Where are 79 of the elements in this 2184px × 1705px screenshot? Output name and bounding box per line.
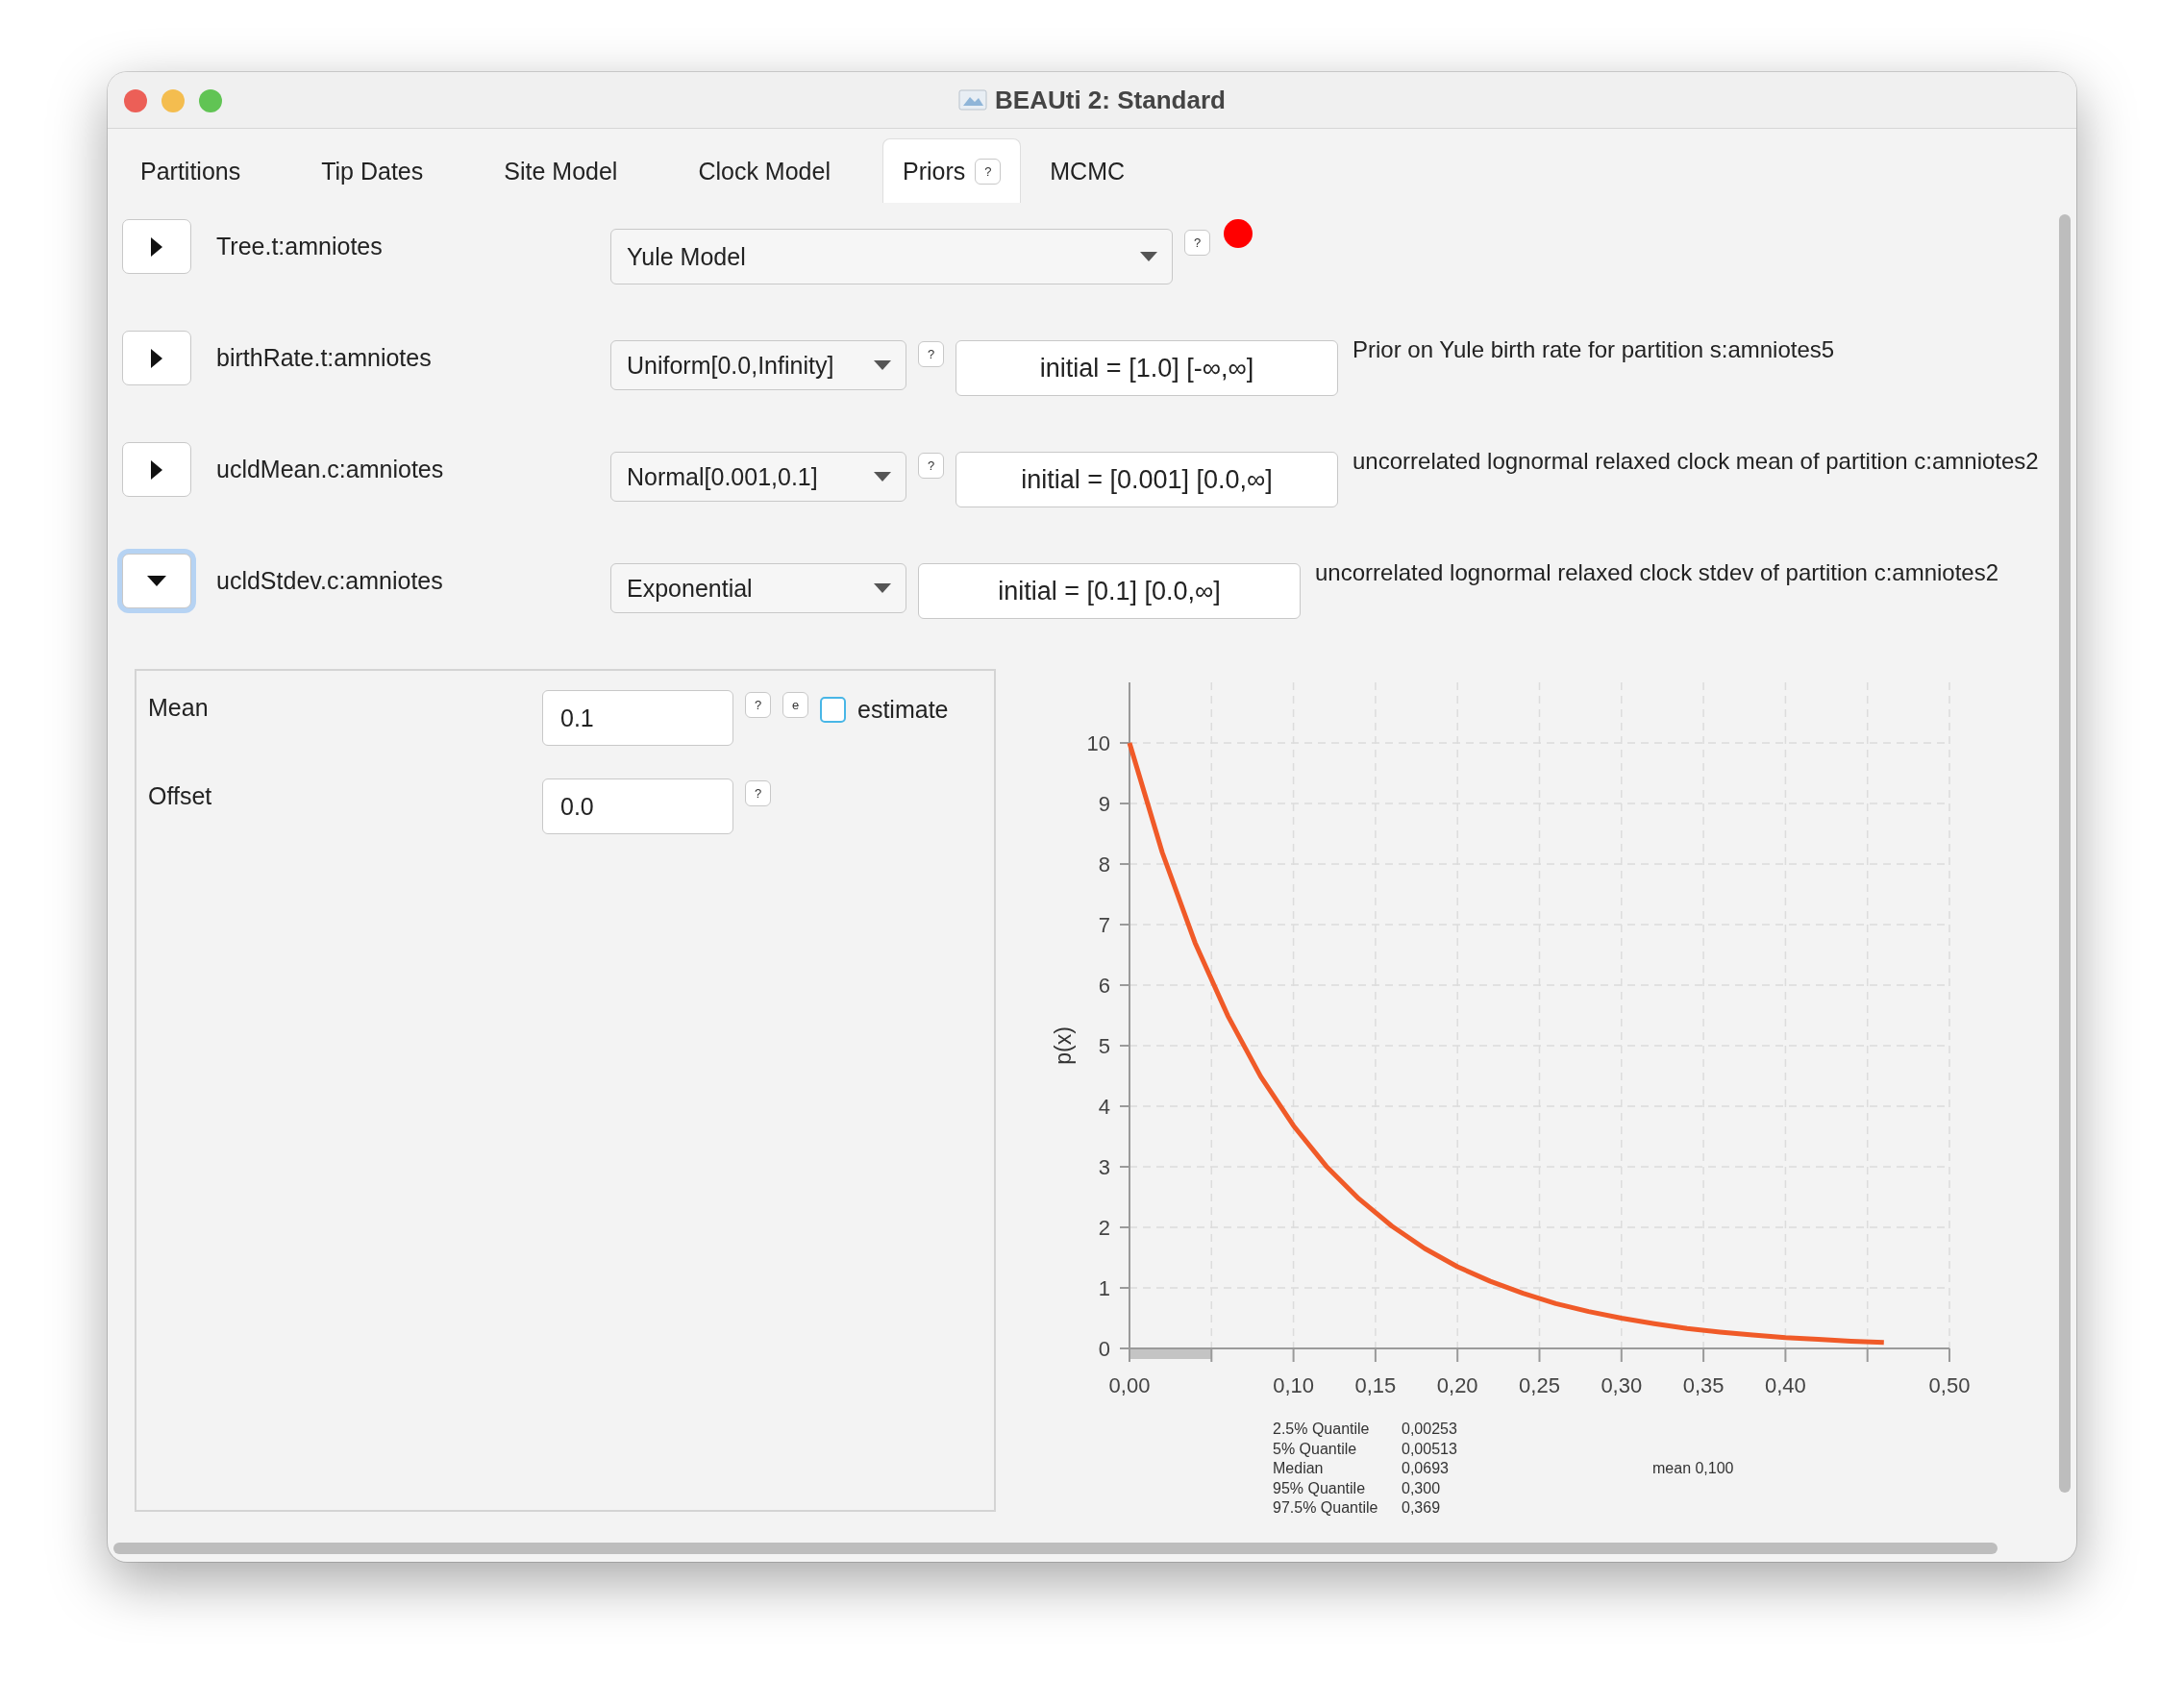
parameter-name: ucldMean.c:amniotes [216,455,445,483]
y-tick-label: 0 [1098,1337,1110,1361]
distribution-dropdown[interactable]: Yule Model [610,229,1173,284]
help-button[interactable]: ? [918,341,944,367]
tab[interactable]: Tip Dates [292,138,453,203]
y-tick-label: 3 [1098,1155,1110,1179]
expand-button[interactable] [122,331,191,385]
estimate-checkbox[interactable] [820,697,846,723]
tab[interactable]: Partitions [112,138,270,203]
y-axis-title: p(x) [1051,1026,1076,1065]
caret-icon [1140,252,1157,261]
value-field[interactable]: 0.1 [542,690,733,746]
stat-value: 0,300 [1402,1479,1441,1496]
help-button[interactable]: ? [745,780,771,806]
caret-icon [874,472,891,482]
x-tick-label: 0,40 [1765,1373,1806,1397]
parameter-name: ucldStdev.c:amniotes [216,566,444,595]
expand-button[interactable] [122,219,191,274]
stat-value: 0,0693 [1402,1460,1449,1476]
window-title: BEAUti 2: Standard [995,85,1226,115]
prior-description: Prior on Yule birth rate for partition s:amniotes5 [1353,336,1835,363]
x-tick-label: 0,35 [1682,1373,1725,1397]
y-tick-label: 4 [1098,1095,1110,1119]
distribution-dropdown[interactable]: Normal[0.001,0.1] [610,452,906,502]
tab[interactable]: Clock Model [669,138,859,203]
prior-description: uncorrelated lognormal relaxed clock stdev of partition c:amniotes2 [1315,559,1999,586]
minimize-button[interactable] [161,89,185,112]
stat-label: 97.5% Quantile [1273,1499,1378,1516]
caret-icon [874,360,891,370]
x-tick-label: 0,15 [1354,1373,1397,1397]
y-tick-label: 2 [1098,1216,1110,1240]
expand-button[interactable] [122,442,191,497]
y-tick-label: 6 [1098,974,1110,998]
x-tick-label: 0,25 [1519,1373,1560,1397]
field-label: Offset [148,781,213,810]
stat-value: 0,369 [1402,1499,1441,1516]
y-tick-label: 7 [1098,913,1110,937]
tab[interactable]: MCMC [1021,138,1154,203]
help-button[interactable]: ? [918,453,944,479]
edit-button[interactable]: e [782,692,808,718]
y-tick-label: 8 [1098,852,1110,877]
parameter-name: Tree.t:amniotes [216,232,384,260]
horizontal-scrollbar[interactable] [113,1543,1998,1554]
zoom-button[interactable] [199,89,222,112]
stat-label: 95% Quantile [1273,1479,1366,1496]
tab[interactable]: Site Model [475,138,647,203]
y-tick-label: 1 [1098,1276,1110,1300]
parameter-name: birthRate.t:amniotes [216,343,433,372]
initial-value-field[interactable]: initial = [1.0] [-∞,∞] [956,340,1338,396]
help-button[interactable]: ? [745,692,771,718]
close-button[interactable] [124,89,147,112]
checkbox-label: estimate [857,696,949,724]
stat-value: 0,00253 [1402,1421,1457,1437]
y-tick-label: 10 [1086,731,1110,755]
x-tick-label: 0,20 [1436,1373,1478,1397]
field-label: Mean [148,693,210,722]
initial-value-field[interactable]: initial = [0.001] [0.0,∞] [956,452,1338,507]
stat-label: 5% Quantile [1273,1440,1357,1457]
caret-icon [874,583,891,593]
y-tick-label: 5 [1098,1034,1110,1058]
initial-value-field[interactable]: initial = [0.1] [0.0,∞] [918,563,1301,619]
y-tick-label: 9 [1098,792,1110,816]
stat-value: 0,00513 [1402,1440,1457,1457]
tab[interactable]: Priors ? [881,138,1022,203]
mean-value: mean 0,100 [1652,1460,1734,1476]
distribution-dropdown[interactable]: Uniform[0.0,Infinity] [610,340,906,390]
vertical-scrollbar[interactable] [2059,214,2071,1493]
help-button[interactable]: ? [1184,230,1210,256]
stat-label: Median [1273,1460,1324,1476]
value-field[interactable]: 0.0 [542,778,733,834]
x-tick-label: 0,30 [1601,1373,1643,1397]
x-tick-label: 0,10 [1273,1373,1314,1397]
x-tick-label: 0,00 [1108,1373,1151,1397]
stat-label: 2.5% Quantile [1273,1421,1370,1437]
help-button[interactable]: ? [975,158,1002,185]
app-icon [958,88,988,111]
distribution-dropdown[interactable]: Exponential [610,563,906,613]
x-tick-label: 0,50 [1928,1373,1971,1397]
prior-description: uncorrelated lognormal relaxed clock mean of partition c:amniotes2 [1353,448,2039,475]
